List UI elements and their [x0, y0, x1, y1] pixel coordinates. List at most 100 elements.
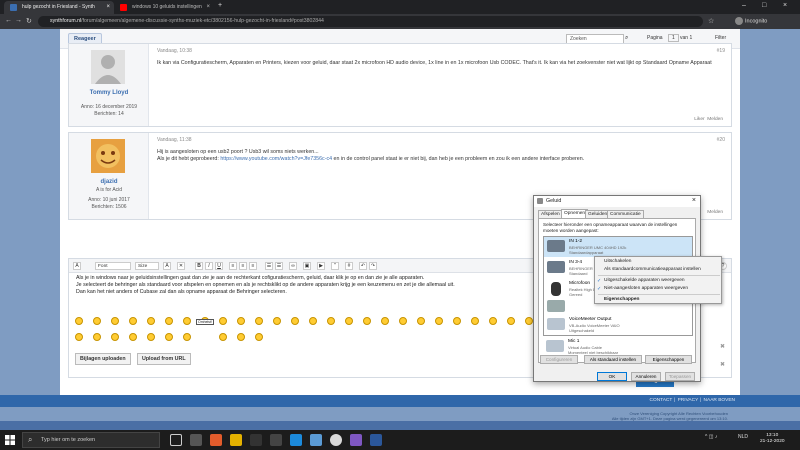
list-item[interactable]: IN 1-2 BEHRINGER UMC 404HD 192k Standaard… [544, 237, 692, 257]
configure-button[interactable]: Configureren [540, 355, 578, 364]
smiley-icon[interactable] [165, 317, 173, 325]
smiley-icon[interactable] [345, 317, 353, 325]
language-indicator[interactable]: NLD [738, 434, 748, 440]
smiley-icon[interactable] [93, 333, 101, 341]
post-number[interactable]: #19 [717, 48, 725, 54]
footer-link-contact[interactable]: CONTACT [650, 398, 673, 403]
bold-icon[interactable]: B [195, 262, 203, 270]
smiley-icon[interactable] [219, 317, 227, 325]
menu-item-show-disabled[interactable]: ✓ Uitgeschakelde apparaten weergeven [595, 277, 721, 285]
smiley-icon[interactable] [183, 317, 191, 325]
align-right-icon[interactable]: ≡ [249, 262, 257, 270]
menu-item-properties[interactable]: Eigenschappen [595, 296, 721, 304]
filter-button[interactable]: Filter [715, 35, 726, 41]
upload-from-url-button[interactable]: Upload from URL [137, 353, 191, 365]
minimize-icon[interactable]: – [742, 2, 746, 9]
set-default-button[interactable]: Als standaard instellen [584, 355, 642, 364]
cancel-button[interactable]: Annuleren [631, 372, 661, 381]
upload-attachments-button[interactable]: Bijlagen uploaden [75, 353, 131, 365]
smiley-icon[interactable] [327, 317, 335, 325]
undo-icon[interactable]: ↶ [359, 262, 367, 270]
smiley-icon[interactable] [471, 317, 479, 325]
smiley-icon[interactable] [183, 333, 191, 341]
size-select[interactable]: Size [135, 262, 159, 270]
close-icon[interactable]: ✖ [720, 343, 725, 350]
tab-playback[interactable]: Afspelen [538, 210, 563, 218]
numbered-list-icon[interactable]: ☰ [265, 262, 273, 270]
smiley-icon[interactable] [435, 317, 443, 325]
video-icon[interactable]: ▶ [317, 262, 325, 270]
smiley-icon[interactable] [237, 333, 245, 341]
smiley-icon[interactable] [399, 317, 407, 325]
app-icon[interactable] [190, 434, 202, 446]
chrome-icon[interactable] [330, 434, 342, 446]
windows-start-icon[interactable] [5, 435, 15, 445]
smiley-icon[interactable] [111, 333, 119, 341]
tray-icons[interactable]: ^ ◫ ♪ [705, 434, 717, 440]
post-username[interactable]: djazid [69, 179, 149, 185]
smiley-icon[interactable] [165, 333, 173, 341]
smiley-icon[interactable] [111, 317, 119, 325]
file-explorer-icon[interactable] [230, 434, 242, 446]
like-link[interactable]: Liker [694, 117, 704, 122]
smiley-icon[interactable] [237, 317, 245, 325]
app-icon[interactable] [250, 434, 262, 446]
align-center-icon[interactable]: ≡ [239, 262, 247, 270]
taskbar-search-input[interactable]: ⌕ Typ hier om te zoeken [22, 432, 160, 448]
smiley-icon[interactable] [309, 317, 317, 325]
search-icon[interactable]: ⌕ [625, 35, 628, 42]
smiley-icon[interactable] [363, 317, 371, 325]
menu-item-disable[interactable]: Uitschakelen [595, 258, 721, 266]
app-icon[interactable] [270, 434, 282, 446]
browser-tab[interactable]: windows 10 geluids instellingen × [114, 1, 214, 14]
clear-format-icon[interactable]: ✕ [177, 262, 185, 270]
smiley-icon[interactable] [147, 333, 155, 341]
app-icon[interactable] [310, 434, 322, 446]
smiley-icon[interactable] [381, 317, 389, 325]
smiley-icon[interactable] [147, 317, 155, 325]
underline-icon[interactable]: U [215, 262, 223, 270]
smiley-icon[interactable] [255, 317, 263, 325]
task-view-icon[interactable] [170, 434, 182, 446]
smiley-icon[interactable] [273, 317, 281, 325]
close-icon[interactable]: ✖ [720, 361, 725, 368]
align-left-icon[interactable]: ≡ [229, 262, 237, 270]
page-number-input[interactable]: 1 [668, 34, 679, 42]
report-link[interactable]: Melden [707, 210, 723, 215]
image-icon[interactable]: ▣ [303, 262, 311, 270]
incognito-indicator[interactable]: Incognito [735, 17, 767, 25]
app-icon[interactable] [370, 434, 382, 446]
app-icon[interactable] [350, 434, 362, 446]
redo-icon[interactable]: ↷ [369, 262, 377, 270]
quote-icon[interactable]: " [331, 262, 339, 270]
youtube-link[interactable]: https://www.youtube.com/watch?v=Jfe7356c… [220, 156, 332, 162]
list-item[interactable]: Mic 1 Virtual Audio Cable Momenteel niet … [543, 337, 693, 357]
app-icon[interactable] [210, 434, 222, 446]
taskbar-clock[interactable]: 13:10 21-12-2020 [760, 433, 785, 445]
new-tab-icon[interactable]: + [218, 2, 222, 9]
ok-button[interactable]: OK [597, 372, 627, 381]
close-window-icon[interactable]: × [783, 2, 787, 9]
tab-communications[interactable]: Communicatie [607, 210, 644, 218]
smiley-icon[interactable] [291, 317, 299, 325]
post-number[interactable]: #20 [717, 137, 725, 143]
edge-icon[interactable] [290, 434, 302, 446]
text-color-icon[interactable]: A [163, 262, 171, 270]
smiley-icon[interactable] [75, 333, 83, 341]
source-icon[interactable]: A [73, 262, 81, 270]
browser-tab[interactable]: hulp gezocht in Friesland - Synth × [4, 1, 114, 14]
smiley-icon[interactable] [129, 317, 137, 325]
close-tab-icon[interactable]: × [206, 4, 210, 10]
smiley-icon[interactable] [507, 317, 515, 325]
smiley-icon[interactable] [489, 317, 497, 325]
bullet-list-icon[interactable]: ☰ [275, 262, 283, 270]
forward-icon[interactable]: → [15, 17, 22, 24]
smiley-icon[interactable] [93, 317, 101, 325]
code-icon[interactable]: # [345, 262, 353, 270]
smiley-icon[interactable] [453, 317, 461, 325]
close-tab-icon[interactable]: × [106, 4, 110, 10]
smiley-icon[interactable] [129, 333, 137, 341]
close-icon[interactable]: × [692, 197, 696, 204]
smiley-icon[interactable] [525, 317, 533, 325]
font-select[interactable]: Font [95, 262, 131, 270]
